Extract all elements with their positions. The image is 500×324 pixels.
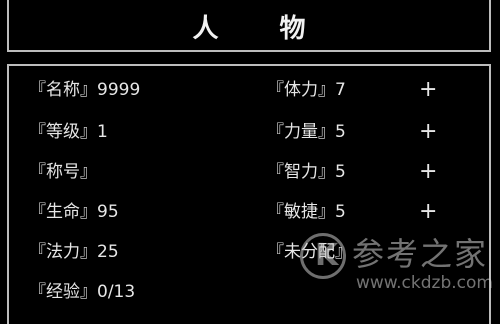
stats-panel: 『名称』9999 『等级』1 『称号』 『生命』95 『法力』25 『经验』0/…	[7, 64, 491, 324]
stat-name: 『名称』9999	[29, 80, 141, 100]
add-stamina-button[interactable]: +	[419, 79, 437, 101]
add-strength-button[interactable]: +	[419, 121, 437, 143]
page-title: 人 物	[192, 14, 332, 44]
title-bar: 人 物	[7, 0, 491, 52]
add-intelligence-button[interactable]: +	[419, 161, 437, 183]
stat-unallocated: 『未分配』	[267, 242, 352, 262]
stat-exp: 『经验』0/13	[29, 282, 136, 302]
add-agility-button[interactable]: +	[419, 201, 437, 223]
stat-title: 『称号』	[29, 162, 97, 182]
stat-level: 『等级』1	[29, 122, 108, 142]
stat-agility: 『敏捷』5	[267, 202, 346, 222]
stat-stamina: 『体力』7	[267, 80, 346, 100]
stat-hp: 『生命』95	[29, 202, 119, 222]
stat-strength: 『力量』5	[267, 122, 346, 142]
stat-intelligence: 『智力』5	[267, 162, 346, 182]
stat-mp: 『法力』25	[29, 242, 119, 262]
